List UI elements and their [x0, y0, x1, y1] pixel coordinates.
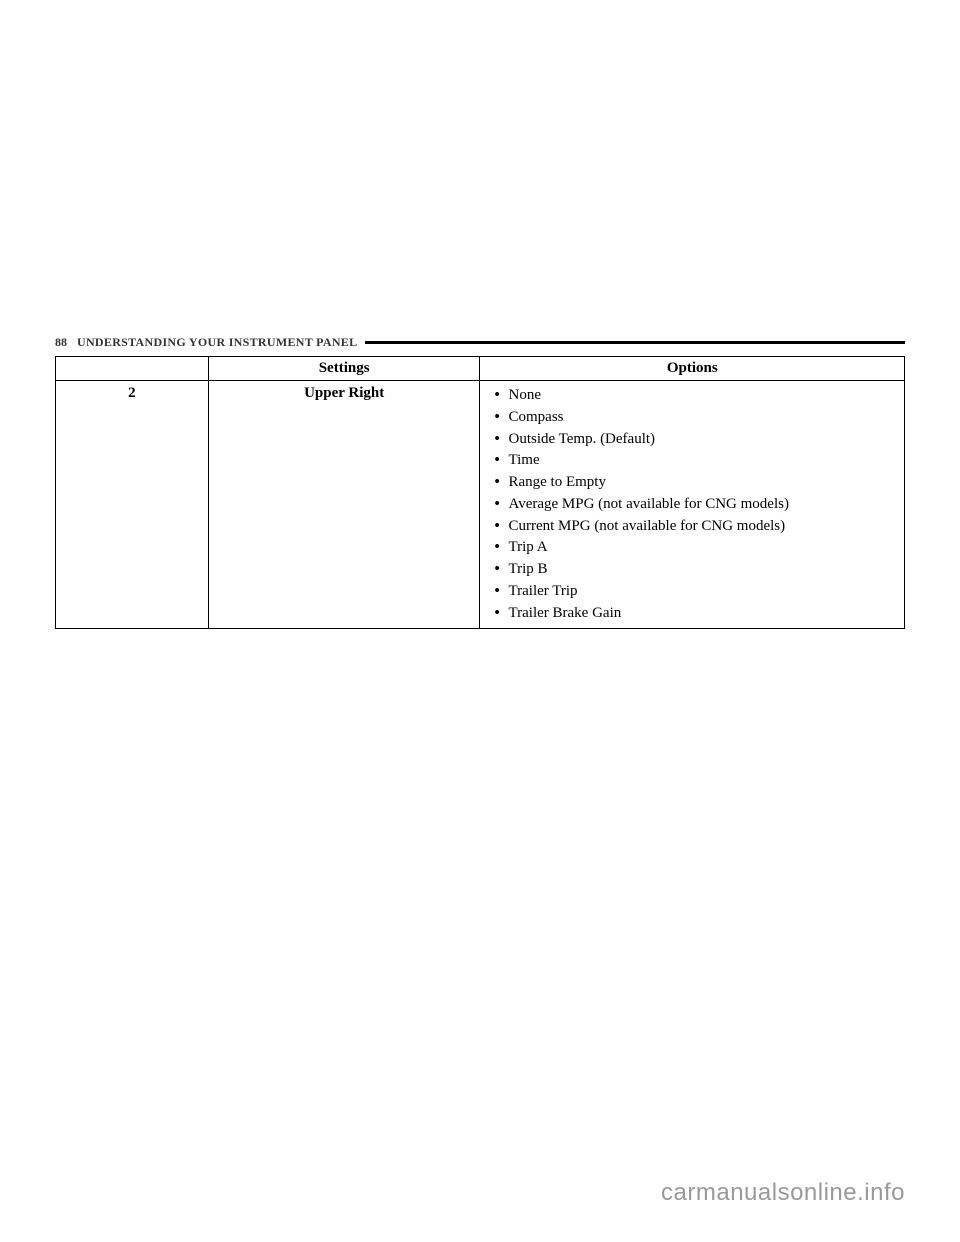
settings-table: Settings Options 2 Upper Right None Comp… — [55, 356, 905, 629]
page-number: 88 — [55, 335, 67, 350]
header-col-number — [56, 357, 209, 381]
cell-options: None Compass Outside Temp. (Default) Tim… — [480, 381, 905, 629]
page-content: 88 UNDERSTANDING YOUR INSTRUMENT PANEL S… — [0, 0, 960, 629]
header-col-settings: Settings — [208, 357, 480, 381]
watermark: carmanualsonline.info — [661, 1179, 905, 1207]
option-item: Compass — [492, 407, 896, 429]
header-divider-line — [365, 341, 905, 344]
header-col-options: Options — [480, 357, 905, 381]
option-item: None — [492, 385, 896, 407]
table-header-row: Settings Options — [56, 357, 905, 381]
cell-number: 2 — [56, 381, 209, 629]
option-item: Current MPG (not available for CNG model… — [492, 516, 896, 538]
option-item: Trip A — [492, 537, 896, 559]
option-item: Range to Empty — [492, 472, 896, 494]
page-header: 88 UNDERSTANDING YOUR INSTRUMENT PANEL — [55, 335, 905, 350]
option-item: Trailer Trip — [492, 581, 896, 603]
option-item: Trailer Brake Gain — [492, 603, 896, 625]
options-list: None Compass Outside Temp. (Default) Tim… — [488, 385, 896, 624]
cell-setting: Upper Right — [208, 381, 480, 629]
table-row: 2 Upper Right None Compass Outside Temp.… — [56, 381, 905, 629]
option-item: Average MPG (not available for CNG model… — [492, 494, 896, 516]
option-item: Outside Temp. (Default) — [492, 429, 896, 451]
option-item: Time — [492, 450, 896, 472]
option-item: Trip B — [492, 559, 896, 581]
section-title: UNDERSTANDING YOUR INSTRUMENT PANEL — [77, 335, 357, 350]
